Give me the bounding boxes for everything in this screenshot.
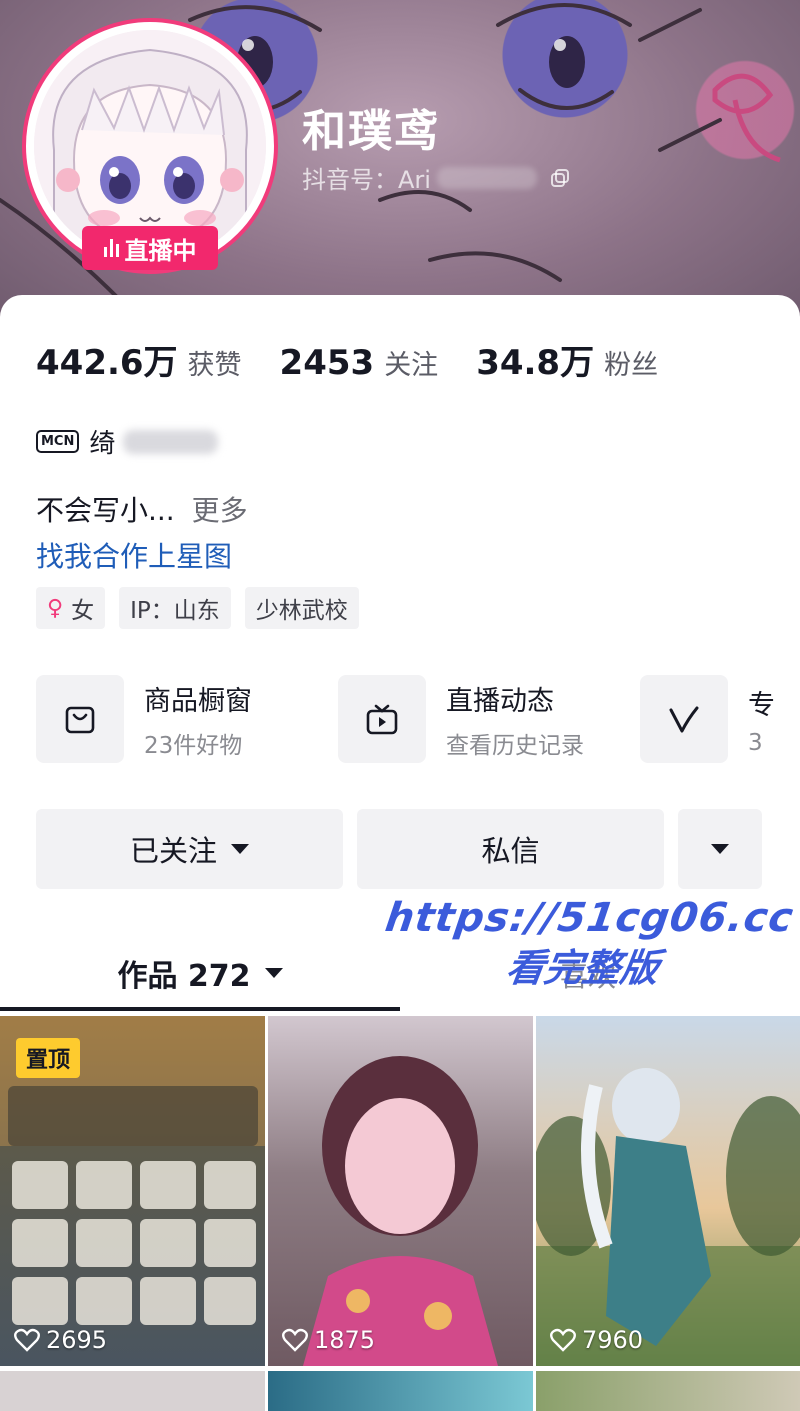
- watermark-caption: 看完整版: [503, 946, 662, 990]
- like-count: 7960: [550, 1326, 643, 1354]
- tab-indicator: [0, 1007, 400, 1011]
- heart-icon: [14, 1328, 40, 1352]
- feature-third[interactable]: 专 3: [640, 675, 800, 763]
- heart-icon: [282, 1328, 308, 1352]
- message-label: 私信: [481, 834, 540, 868]
- stat-followers[interactable]: 34.8万 粉丝: [476, 335, 658, 384]
- tv-play-icon: [338, 675, 426, 763]
- live-badge[interactable]: 直播中: [82, 226, 218, 270]
- stat-following[interactable]: 2453 关注: [280, 343, 439, 383]
- tag-label: 女: [71, 598, 95, 624]
- feature-live-history[interactable]: 直播动态 查看历史记录: [338, 675, 602, 763]
- like-count-value: 1875: [314, 1326, 376, 1354]
- feature-text: 专 3: [748, 683, 775, 756]
- live-badge-label: 直播中: [124, 236, 197, 265]
- watermark: https://51cg06.cc 看完整版: [369, 895, 800, 992]
- stat-value: 34.8万: [476, 343, 595, 383]
- tag-label: 少林武校: [255, 598, 348, 624]
- shopping-bag-icon: [36, 675, 124, 763]
- profile-banner: 直播中 和璞鸢 抖音号：Ari: [0, 0, 800, 330]
- douyin-id-label: 抖音号：Ari: [302, 166, 431, 194]
- feature-text: 直播动态 查看历史记录: [446, 679, 584, 760]
- live-bars-icon: [103, 239, 119, 257]
- like-count-value: 7960: [582, 1326, 644, 1354]
- followed-button[interactable]: 已关注: [36, 809, 343, 889]
- star-map-link[interactable]: 找我合作上星图: [36, 535, 232, 575]
- video-thumbnail[interactable]: [268, 1371, 533, 1411]
- video-thumbnail[interactable]: 1875: [268, 1016, 533, 1366]
- blurred-mcn-name: [123, 429, 219, 454]
- feature-subtitle: 23件好物: [144, 732, 243, 759]
- blurred-id: [436, 166, 537, 189]
- douyin-id: 抖音号：Ari: [302, 160, 571, 195]
- feature-title: 专: [748, 689, 775, 721]
- tag-school[interactable]: 少林武校: [244, 587, 359, 629]
- action-row: 已关注 私信: [36, 809, 762, 889]
- mcn-row[interactable]: MCN 绮: [36, 423, 219, 460]
- tab-works[interactable]: 作品 272: [0, 937, 400, 1009]
- followed-label: 已关注: [129, 834, 217, 868]
- stat-value: 442.6万: [36, 343, 178, 383]
- feature-subtitle: 3: [748, 729, 763, 756]
- more-dropdown-button[interactable]: [678, 809, 762, 889]
- like-count: 1875: [282, 1326, 375, 1354]
- mcn-name: 绮: [89, 429, 116, 459]
- v-icon: [640, 675, 728, 763]
- stat-value: 2453: [279, 343, 375, 383]
- tag-ip: IP：山东: [119, 587, 231, 629]
- like-count: 2695: [14, 1326, 107, 1354]
- bio-more-link[interactable]: 更多: [192, 494, 248, 527]
- video-grid: 置顶 2695 1875 7960: [0, 1016, 800, 1411]
- stat-label: 粉丝: [604, 350, 659, 381]
- watermark-url: https://51cg06.cc: [382, 895, 797, 941]
- tag-label: IP：山东: [130, 598, 220, 624]
- feature-title: 直播动态: [446, 685, 554, 717]
- video-thumbnail[interactable]: 置顶 2695: [0, 1016, 265, 1366]
- feature-shop-window[interactable]: 商品橱窗 23件好物: [36, 675, 300, 763]
- message-button[interactable]: 私信: [357, 809, 664, 889]
- heart-icon: [550, 1328, 576, 1352]
- cosplay-thumbnail: [536, 1068, 800, 1366]
- bio-text: 不会写小...: [36, 494, 175, 527]
- mcn-logo-icon: MCN: [36, 430, 80, 453]
- tag-row: ♀ 女 IP：山东 少林武校: [36, 587, 359, 629]
- tab-works-label: 作品 272: [117, 959, 251, 994]
- stat-label: 关注: [384, 350, 439, 381]
- profile-nickname: 和璞鸢: [302, 106, 440, 157]
- video-thumbnail[interactable]: [536, 1371, 800, 1411]
- video-thumbnail[interactable]: [0, 1371, 265, 1411]
- feature-subtitle: 查看历史记录: [446, 732, 584, 759]
- feature-title: 商品橱窗: [144, 685, 252, 717]
- stat-likes[interactable]: 442.6万 获赞: [36, 335, 242, 384]
- feature-row: 商品橱窗 23件好物 直播动态 查看历史记录 专 3: [36, 675, 800, 763]
- caret-down-icon: [264, 968, 283, 978]
- bio: 不会写小... 更多: [36, 489, 248, 529]
- tag-gender: ♀ 女: [36, 587, 106, 629]
- stat-label: 获赞: [187, 350, 242, 381]
- caret-down-icon: [231, 844, 249, 854]
- female-icon: ♀: [47, 595, 64, 621]
- caret-down-icon: [711, 844, 729, 854]
- feature-text: 商品橱窗 23件好物: [144, 679, 252, 760]
- pinned-badge: 置顶: [16, 1038, 81, 1078]
- stats-row: 442.6万 获赞 2453 关注 34.8万 粉丝: [36, 335, 696, 384]
- video-thumbnail[interactable]: 7960: [536, 1016, 800, 1366]
- like-count-value: 2695: [46, 1326, 108, 1354]
- girl-selfie-thumbnail: [303, 1056, 498, 1366]
- copy-icon[interactable]: [549, 167, 571, 189]
